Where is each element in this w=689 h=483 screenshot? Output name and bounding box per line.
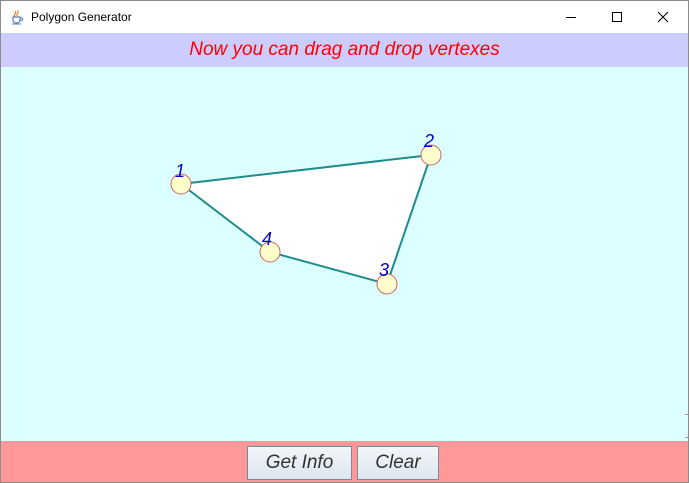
- drawing-canvas[interactable]: 1 2 3 4: [1, 67, 688, 441]
- title-bar[interactable]: Polygon Generator: [1, 1, 688, 32]
- minimize-icon: [566, 16, 576, 18]
- window-title: Polygon Generator: [31, 10, 132, 24]
- vertex-label: 1: [175, 161, 185, 181]
- vertex-label: 2: [423, 131, 434, 151]
- close-button[interactable]: [640, 1, 686, 32]
- window-resize-edge[interactable]: [685, 414, 688, 438]
- maximize-button[interactable]: [594, 1, 640, 32]
- vertex-2[interactable]: 2: [420, 131, 442, 166]
- vertex-label: 3: [379, 260, 389, 280]
- vertex-1[interactable]: 1: [170, 161, 192, 195]
- polygon-drawing[interactable]: 1 2 3 4: [1, 67, 688, 441]
- app-window: Polygon Generator Now you can drag and d…: [0, 0, 689, 483]
- java-cup-icon: [9, 9, 25, 25]
- vertex-label: 4: [262, 229, 272, 249]
- close-icon: [657, 11, 669, 22]
- get-info-button[interactable]: Get Info: [247, 446, 352, 480]
- instruction-text: Now you can drag and drop vertexes: [189, 39, 500, 60]
- instruction-banner: Now you can drag and drop vertexes: [1, 33, 688, 67]
- button-bar: Get Info Clear: [1, 441, 688, 482]
- clear-button[interactable]: Clear: [357, 446, 439, 480]
- minimize-button[interactable]: [548, 1, 594, 32]
- maximize-icon: [612, 11, 622, 22]
